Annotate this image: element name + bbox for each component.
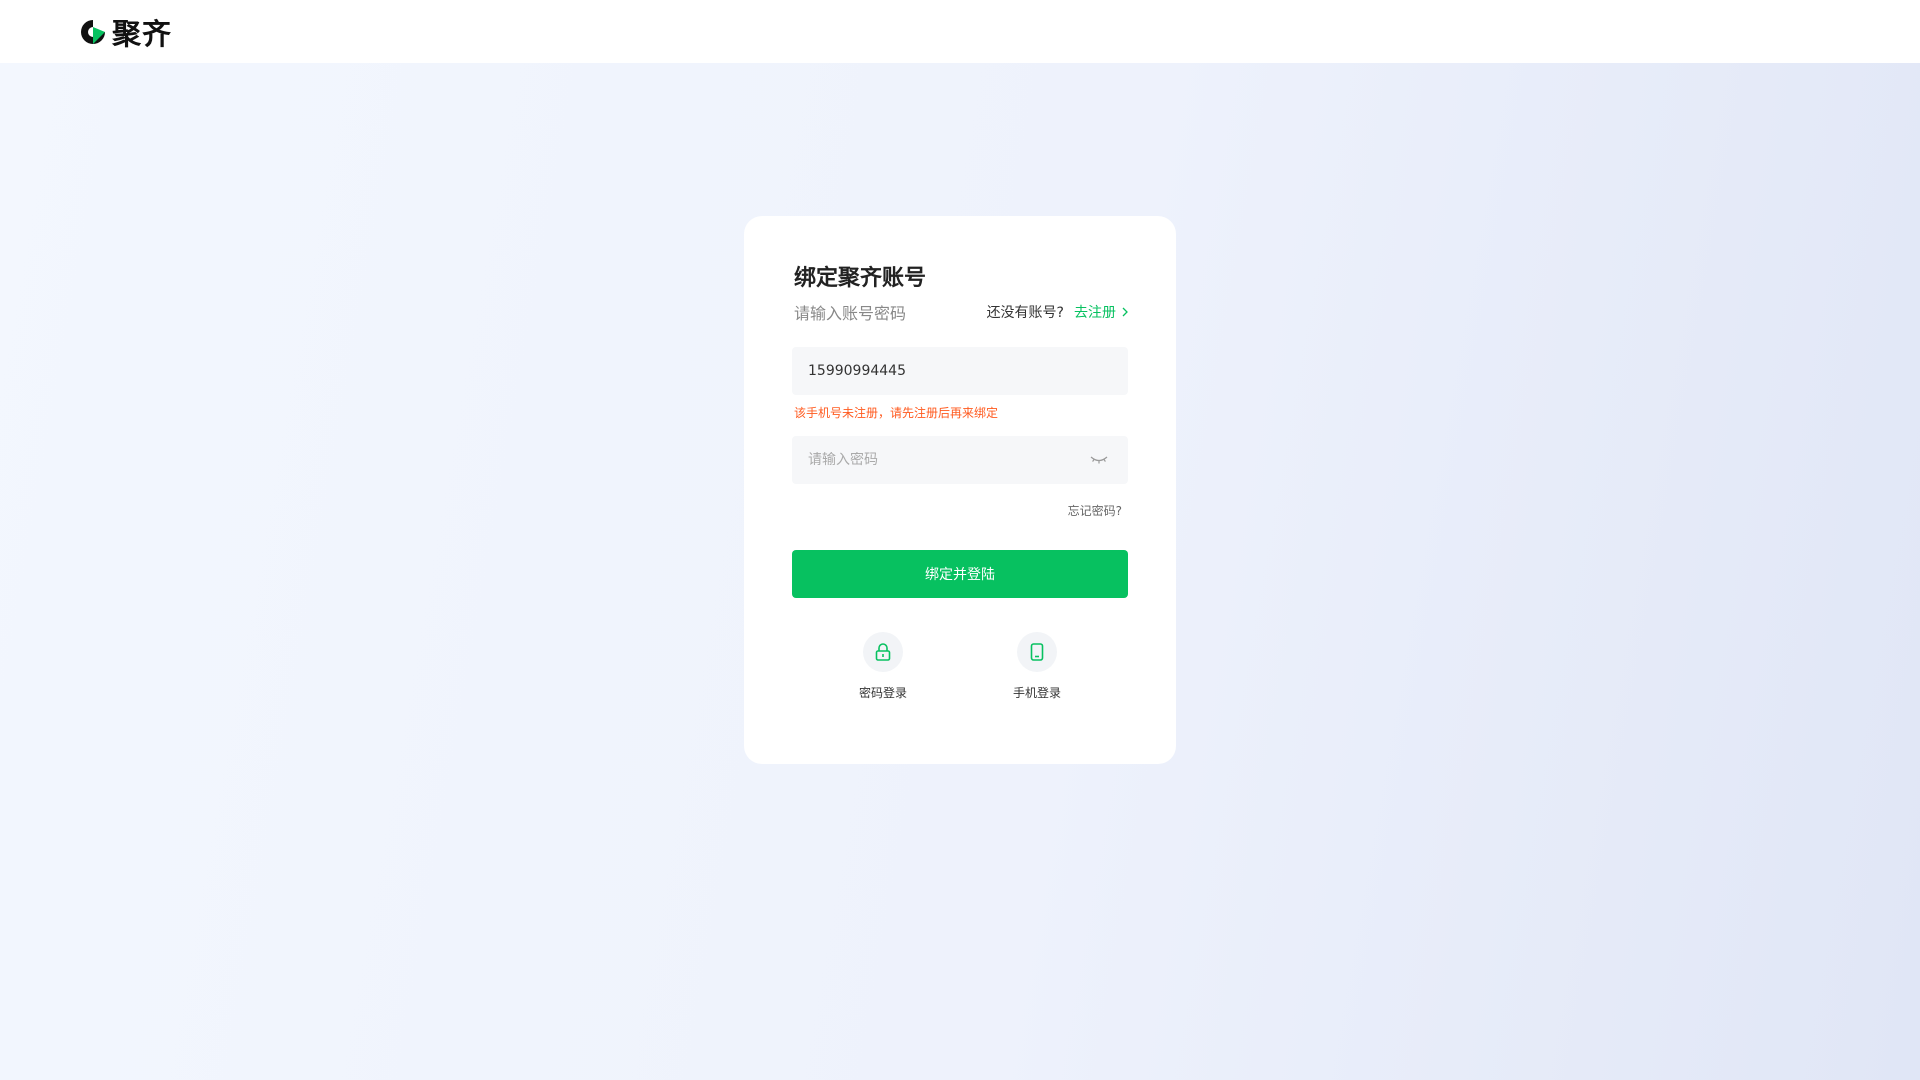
password-login-option[interactable]: 密码登录: [838, 632, 928, 701]
no-account-text: 还没有账号?: [986, 305, 1064, 321]
register-link-label: 去注册: [1074, 305, 1116, 321]
bind-account-card: 绑定聚齐账号 请输入账号密码 还没有账号? 去注册 该手机号未注册，请先注册后再…: [744, 216, 1176, 764]
phone-login-label: 手机登录: [1012, 686, 1061, 700]
phone-field[interactable]: [792, 347, 1128, 395]
password-field[interactable]: [792, 436, 1128, 484]
phone-login-icon-wrap: [1017, 632, 1057, 672]
phone-icon: [1030, 643, 1044, 661]
logo[interactable]: 聚齐: [78, 11, 172, 53]
card-title: 绑定聚齐账号: [794, 266, 927, 291]
password-input[interactable]: [808, 452, 1112, 468]
register-link[interactable]: 去注册: [1074, 302, 1128, 322]
alt-login-options: 密码登录 手机登录: [792, 632, 1128, 701]
card-subtitle: 请输入账号密码: [794, 304, 907, 323]
phone-login-option[interactable]: 手机登录: [992, 632, 1082, 701]
phone-input[interactable]: [808, 363, 1112, 379]
phone-error-message: 该手机号未注册，请先注册后再来绑定: [794, 406, 999, 420]
bind-login-button[interactable]: 绑定并登陆: [792, 550, 1128, 598]
logo-text: 聚齐: [112, 16, 173, 51]
lock-icon: [875, 643, 891, 661]
password-login-label: 密码登录: [858, 686, 907, 700]
eye-closed-icon[interactable]: [1090, 454, 1108, 466]
subtitle-row: 请输入账号密码 还没有账号? 去注册: [792, 301, 1128, 323]
top-bar: 聚齐: [0, 0, 1920, 63]
logo-mark-icon: [81, 19, 105, 44]
forgot-password-link[interactable]: 忘记密码?: [792, 502, 1128, 518]
password-login-icon-wrap: [863, 632, 903, 672]
register-prompt: 还没有账号? 去注册: [987, 302, 1128, 322]
chevron-right-icon: [1122, 307, 1128, 317]
